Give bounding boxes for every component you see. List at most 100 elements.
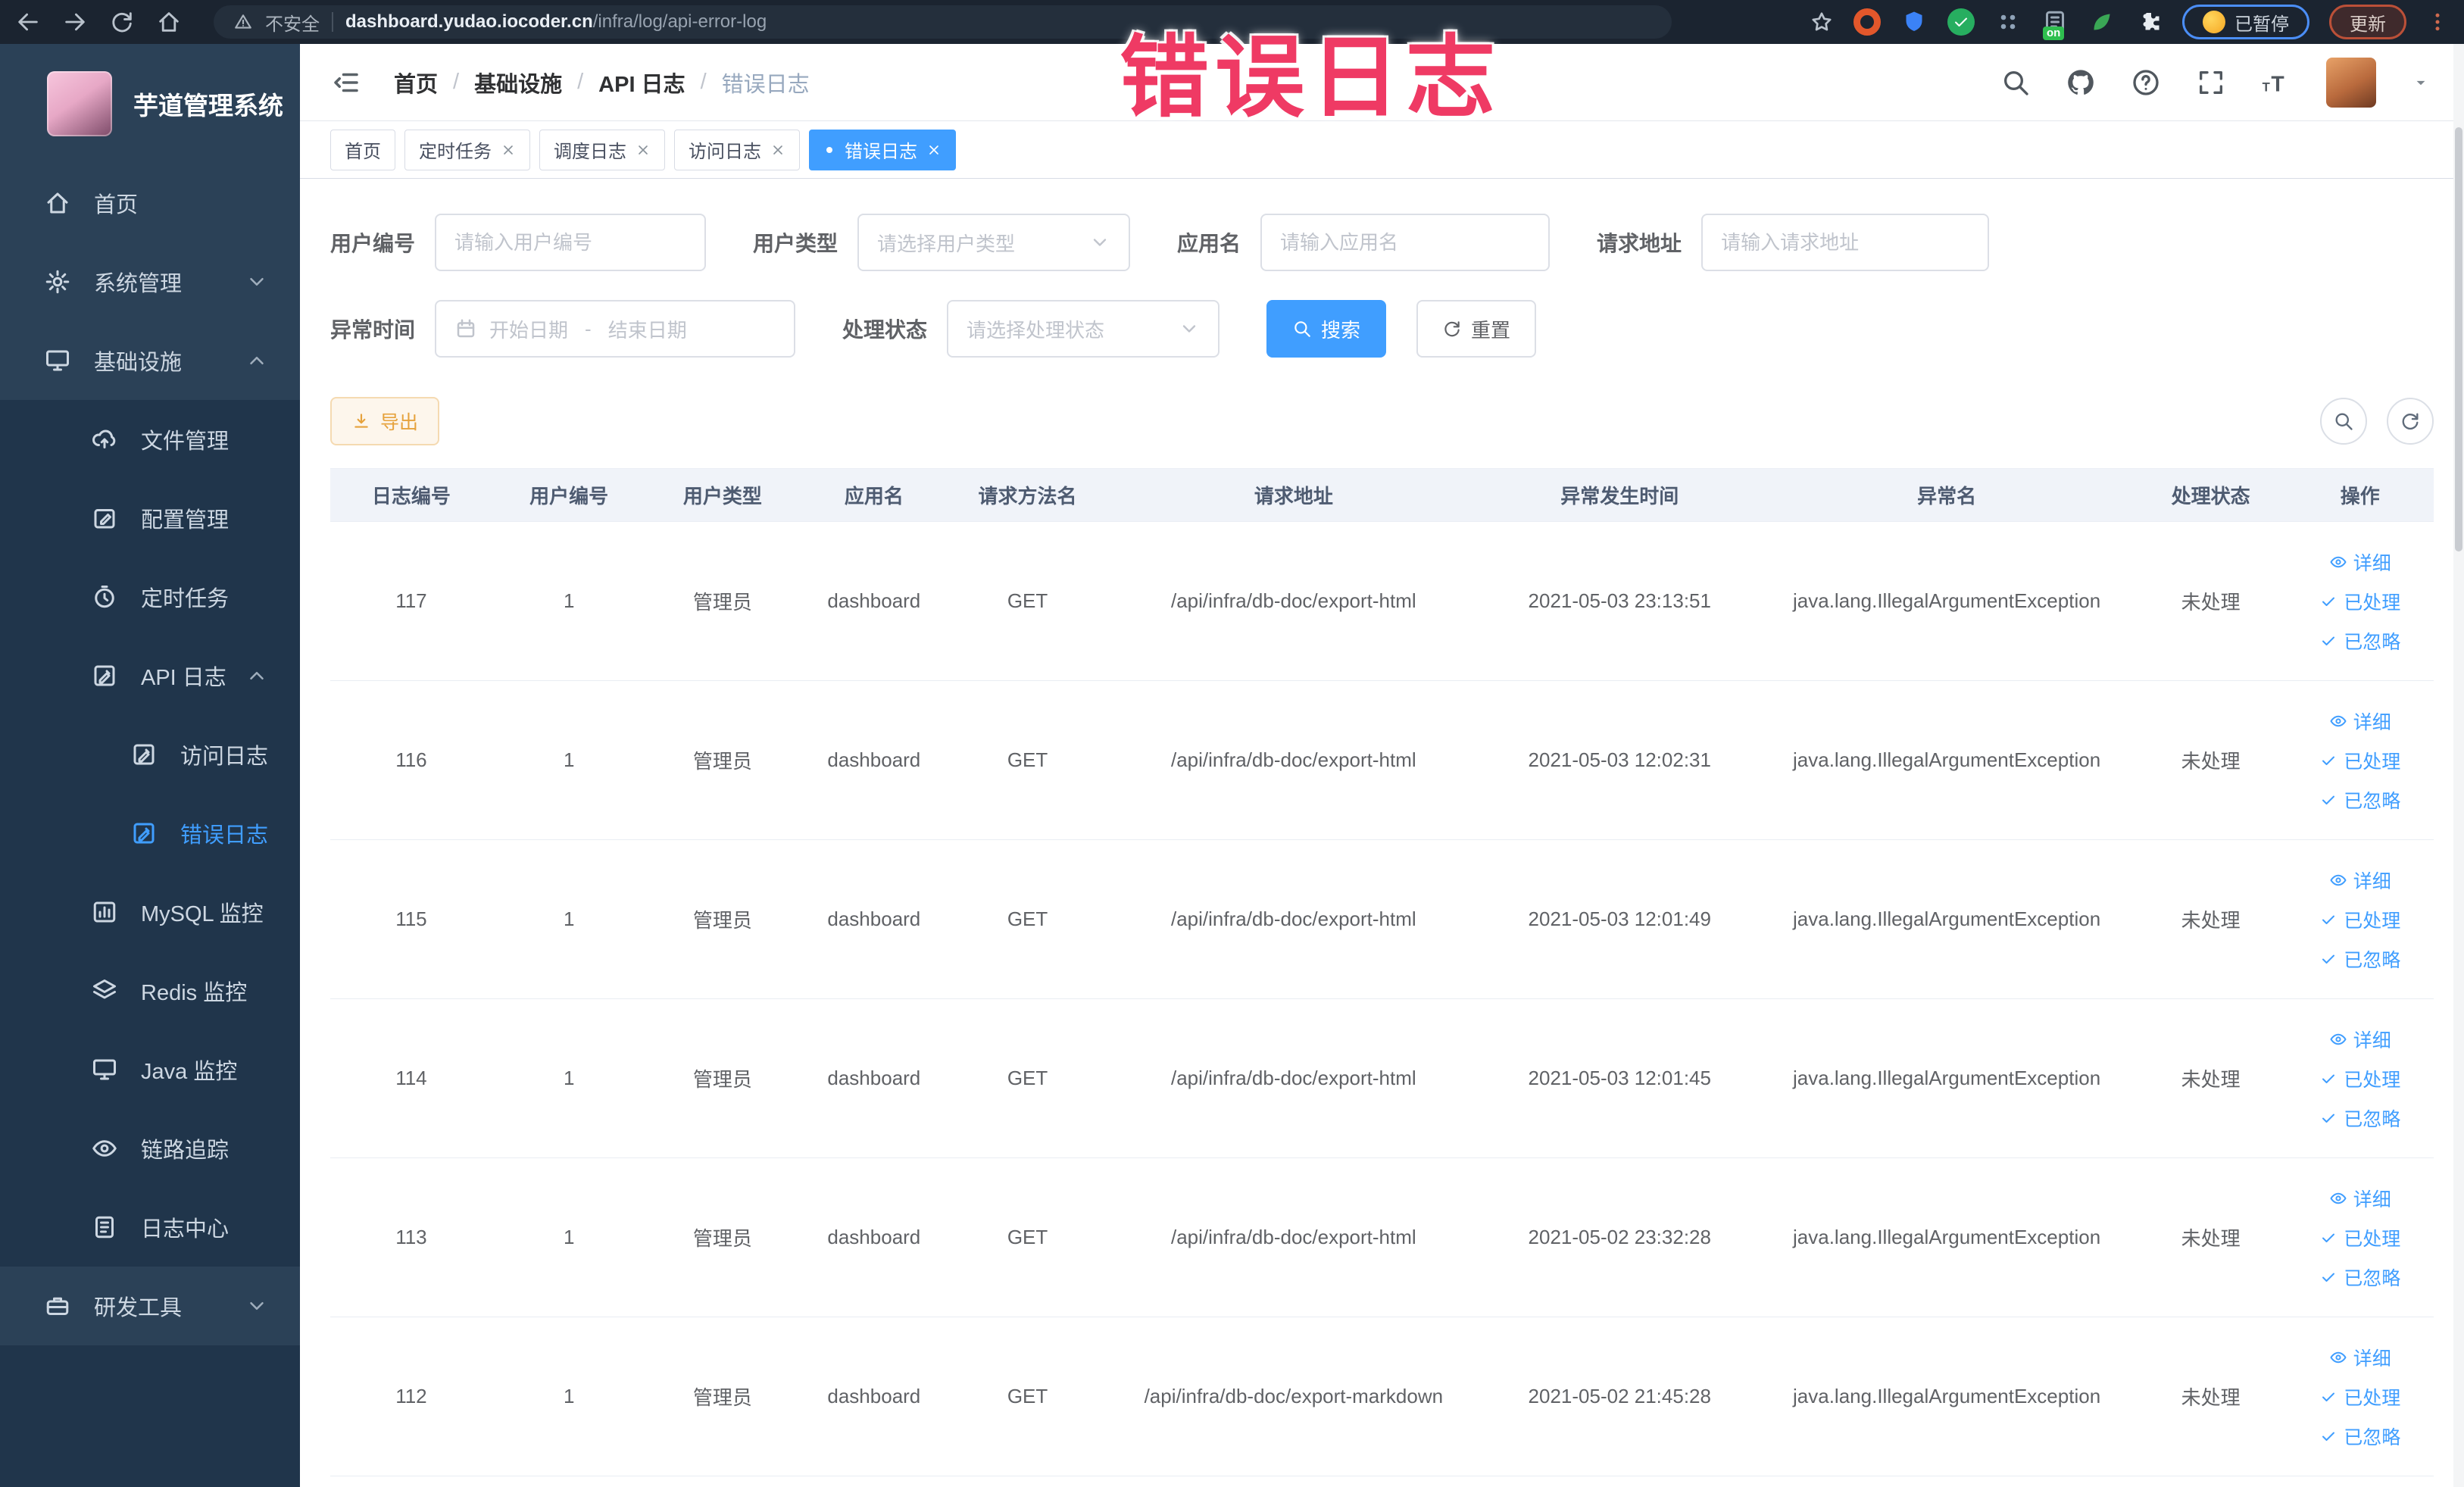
- scrollbar-thumb[interactable]: [2455, 127, 2462, 551]
- help-icon[interactable]: [2131, 67, 2161, 98]
- action-ignored[interactable]: 已忽略: [2319, 1104, 2400, 1132]
- bookmark-star-icon[interactable]: [1810, 10, 1834, 34]
- check-icon: [2319, 1070, 2338, 1088]
- breadcrumb-item[interactable]: API 日志: [598, 67, 685, 98]
- chevron-down-icon: [245, 270, 268, 293]
- tab-access-log[interactable]: 访问日志: [674, 129, 800, 170]
- action-processed[interactable]: 已处理: [2319, 588, 2400, 615]
- calendar-icon: [454, 317, 477, 340]
- sidebar-item-config-mgmt[interactable]: 配置管理: [0, 479, 300, 558]
- chrome-update-button[interactable]: 更新: [2329, 5, 2406, 39]
- breadcrumb: 首页 / 基础设施 / API 日志 / 错误日志: [394, 67, 810, 98]
- user-type-select[interactable]: 请选择用户类型: [857, 214, 1131, 271]
- action-ignored[interactable]: 已忽略: [2319, 945, 2400, 973]
- breadcrumb-item[interactable]: 首页: [394, 67, 438, 98]
- request-url-input[interactable]: [1721, 230, 1970, 255]
- action-processed[interactable]: 已处理: [2319, 1065, 2400, 1092]
- export-button[interactable]: 导出: [330, 397, 440, 445]
- sidebar-item-scheduled-tasks[interactable]: 定时任务: [0, 558, 300, 636]
- browser-home-icon[interactable]: [156, 9, 182, 35]
- cell-user-id: 1: [492, 1317, 646, 1476]
- tab-scheduled-tasks[interactable]: 定时任务: [404, 129, 530, 170]
- action-ignored[interactable]: 已忽略: [2319, 1423, 2400, 1450]
- extensions-puzzle-icon[interactable]: [2135, 8, 2163, 36]
- reset-button[interactable]: 重置: [1416, 300, 1537, 358]
- extension-on-icon[interactable]: on: [2041, 8, 2069, 40]
- sidebar-item-mysql-monitor[interactable]: MySQL 监控: [0, 873, 300, 951]
- tab-close-icon[interactable]: [770, 142, 785, 158]
- cell-actions: 详细 已处理 已忽略: [2286, 521, 2434, 681]
- sidebar-fold-icon[interactable]: [330, 67, 362, 98]
- cell-method: GET: [948, 839, 1107, 999]
- logo-row[interactable]: 芋道管理系统: [0, 44, 300, 164]
- exception-time-daterange[interactable]: 开始日期 - 结束日期: [435, 300, 796, 358]
- check-icon: [2319, 791, 2338, 809]
- sidebar-menu: 首页 系统管理 基础设施 文件管理 配置管理 定时任务 API 日志 访问日志 错误日志 MySQ…: [0, 164, 300, 1345]
- sidebar-item-error-log[interactable]: 错误日志: [0, 794, 300, 873]
- search-button[interactable]: 搜索: [1266, 300, 1387, 358]
- sidebar-item-home[interactable]: 首页: [0, 164, 300, 242]
- sidebar-item-api-log[interactable]: API 日志: [0, 636, 300, 715]
- toolbox-icon: [44, 1292, 71, 1320]
- action-processed[interactable]: 已处理: [2319, 906, 2400, 933]
- sidebar-item-log-center[interactable]: 日志中心: [0, 1188, 300, 1267]
- filter-label-app-name: 应用名: [1177, 232, 1241, 255]
- fullscreen-icon[interactable]: [2196, 67, 2226, 98]
- header-search-icon[interactable]: [2000, 67, 2031, 98]
- sidebar-item-file-mgmt[interactable]: 文件管理: [0, 400, 300, 479]
- cell-actions: 详细 已处理 已忽略: [2286, 680, 2434, 840]
- sidebar-item-redis-monitor[interactable]: Redis 监控: [0, 951, 300, 1030]
- toggle-search-button[interactable]: [2320, 398, 2367, 445]
- action-detail[interactable]: 详细: [2329, 867, 2391, 894]
- action-detail[interactable]: 详细: [2329, 1344, 2391, 1371]
- sidebar-item-access-log[interactable]: 访问日志: [0, 715, 300, 794]
- github-icon[interactable]: [2066, 67, 2096, 98]
- user-avatar[interactable]: [2326, 57, 2376, 108]
- font-size-icon[interactable]: TT: [2261, 67, 2291, 98]
- browser-forward-icon[interactable]: [62, 9, 88, 35]
- browser-menu-icon[interactable]: [2426, 11, 2449, 33]
- sidebar-item-infrastructure[interactable]: 基础设施: [0, 321, 300, 400]
- action-ignored[interactable]: 已忽略: [2319, 627, 2400, 654]
- action-processed[interactable]: 已处理: [2319, 747, 2400, 774]
- sidebar-item-trace[interactable]: 链路追踪: [0, 1109, 300, 1188]
- tab-close-icon[interactable]: [636, 142, 651, 158]
- extension-orange-icon[interactable]: [1853, 8, 1881, 36]
- doc-edit-icon: [91, 662, 118, 689]
- tab-close-icon[interactable]: [926, 142, 942, 158]
- extension-leaf-icon[interactable]: [2088, 8, 2116, 36]
- tab-close-icon[interactable]: [501, 142, 516, 158]
- action-detail[interactable]: 详细: [2329, 708, 2391, 735]
- browser-reload-icon[interactable]: [109, 9, 135, 35]
- chevron-up-icon: [245, 664, 268, 687]
- user-id-input[interactable]: [454, 230, 687, 255]
- action-detail[interactable]: 详细: [2329, 1185, 2391, 1212]
- action-detail[interactable]: 详细: [2329, 548, 2391, 576]
- extension-green-icon[interactable]: [1947, 8, 1975, 36]
- sidebar-item-system-mgmt[interactable]: 系统管理: [0, 242, 300, 321]
- action-detail[interactable]: 详细: [2329, 1026, 2391, 1053]
- tab-error-log[interactable]: 错误日志: [809, 129, 956, 170]
- action-processed[interactable]: 已处理: [2319, 1224, 2400, 1251]
- page-scrollbar[interactable]: [2453, 44, 2464, 1487]
- sidebar-item-dev-tools[interactable]: 研发工具: [0, 1267, 300, 1345]
- refresh-table-button[interactable]: [2387, 398, 2434, 445]
- column-header: 请求方法名: [948, 468, 1107, 522]
- extension-grid-icon[interactable]: [1994, 8, 2022, 36]
- action-ignored[interactable]: 已忽略: [2319, 1264, 2400, 1291]
- table-toolbar: 导出: [330, 397, 2434, 445]
- sidebar-item-java-monitor[interactable]: Java 监控: [0, 1030, 300, 1109]
- action-ignored[interactable]: 已忽略: [2319, 786, 2400, 814]
- tab-schedule-log[interactable]: 调度日志: [539, 129, 665, 170]
- profile-paused-pill[interactable]: 已暂停: [2182, 5, 2309, 39]
- extension-shield-icon[interactable]: [1900, 8, 1928, 36]
- app-name-input[interactable]: [1280, 230, 1531, 255]
- user-caret-down-icon[interactable]: [2411, 73, 2431, 92]
- browser-back-icon[interactable]: [15, 9, 41, 35]
- filter-label-user-type: 用户类型: [753, 232, 839, 255]
- cell-log-id: 113: [330, 1157, 492, 1317]
- status-select[interactable]: 请选择处理状态: [947, 300, 1220, 358]
- tab-home[interactable]: 首页: [330, 129, 395, 170]
- breadcrumb-item[interactable]: 基础设施: [474, 67, 562, 98]
- action-processed[interactable]: 已处理: [2319, 1383, 2400, 1410]
